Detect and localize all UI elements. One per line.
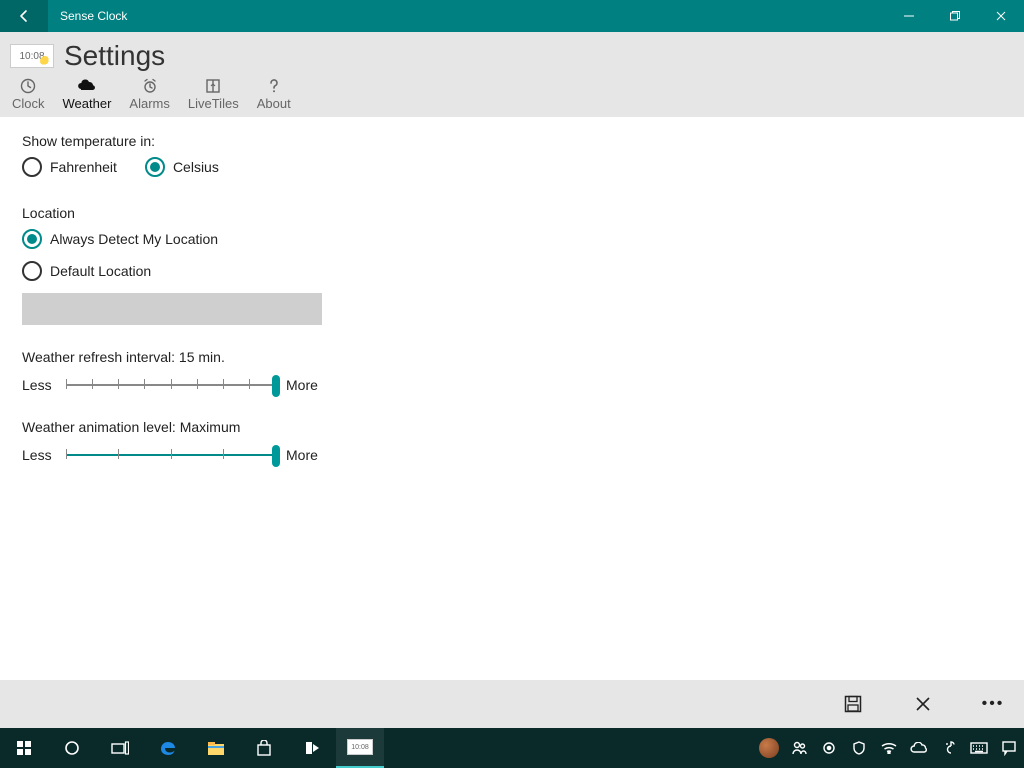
slider-less-label: Less (22, 447, 56, 463)
slider-less-label: Less (22, 377, 56, 393)
tab-alarms[interactable]: Alarms (129, 78, 169, 111)
slider-ticks (66, 379, 276, 391)
radio-fahrenheit[interactable]: Fahrenheit (22, 157, 117, 177)
tab-weather[interactable]: Weather (63, 78, 112, 111)
radio-label: Always Detect My Location (50, 231, 218, 247)
livetiles-icon (203, 78, 223, 94)
tab-livetiles[interactable]: LiveTiles (188, 78, 239, 111)
app-thumbnail-icon: 10:08 (10, 44, 54, 68)
slider-ticks (66, 449, 276, 461)
settings-content: Show temperature in: Fahrenheit Celsius … (0, 117, 1024, 481)
refresh-interval-label: Weather refresh interval: 15 min. (22, 349, 1002, 365)
taskbar-app-explorer[interactable] (192, 728, 240, 768)
animation-level-label: Weather animation level: Maximum (22, 419, 1002, 435)
start-button[interactable] (0, 728, 48, 768)
radio-label: Celsius (173, 159, 219, 175)
radio-detect-location[interactable]: Always Detect My Location (22, 229, 1002, 249)
tray-keyboard-icon[interactable] (964, 728, 994, 768)
avatar-icon (759, 738, 779, 758)
back-button[interactable] (0, 0, 48, 32)
command-bar: ••• (0, 680, 1024, 728)
cortana-button[interactable] (48, 728, 96, 768)
temperature-label: Show temperature in: (22, 133, 1002, 149)
system-tray (754, 728, 1024, 768)
temperature-radio-group: Fahrenheit Celsius (22, 157, 1002, 177)
radio-label: Default Location (50, 263, 151, 279)
tray-people[interactable] (754, 728, 784, 768)
tray-location-icon[interactable] (814, 728, 844, 768)
slider-more-label: More (286, 447, 318, 463)
tab-label: Clock (12, 96, 45, 111)
tray-defender-icon[interactable] (844, 728, 874, 768)
radio-icon (22, 229, 42, 249)
tab-about[interactable]: About (257, 78, 291, 111)
slider-thumb[interactable] (272, 375, 280, 397)
minimize-button[interactable] (886, 0, 932, 32)
taskbar-app-senseclock[interactable]: 10:08 (336, 728, 384, 768)
more-button[interactable]: ••• (976, 687, 1010, 721)
radio-icon (22, 157, 42, 177)
default-location-input[interactable] (22, 293, 322, 325)
tray-network-icon[interactable] (874, 728, 904, 768)
tab-label: Weather (63, 96, 112, 111)
tab-clock[interactable]: Clock (12, 78, 45, 111)
taskbar-app-movies[interactable] (288, 728, 336, 768)
slider-more-label: More (286, 377, 318, 393)
task-view-button[interactable] (96, 728, 144, 768)
radio-celsius[interactable]: Celsius (145, 157, 219, 177)
animation-level-slider[interactable] (66, 445, 276, 465)
weather-icon (77, 78, 97, 94)
page-title: Settings (64, 40, 165, 72)
clock-icon (18, 78, 38, 94)
window-title: Sense Clock (48, 0, 139, 32)
tray-action-center-icon[interactable] (994, 728, 1024, 768)
tab-label: LiveTiles (188, 96, 239, 111)
taskbar: 10:08 (0, 728, 1024, 768)
refresh-interval-slider[interactable] (66, 375, 276, 395)
settings-tabs: Clock Weather Alarms LiveTiles About (10, 78, 1014, 111)
taskbar-app-edge[interactable] (144, 728, 192, 768)
alarm-icon (140, 78, 160, 94)
slider-thumb[interactable] (272, 445, 280, 467)
tab-label: About (257, 96, 291, 111)
radio-default-location[interactable]: Default Location (22, 261, 1002, 281)
titlebar: Sense Clock (0, 0, 1024, 32)
tab-label: Alarms (129, 96, 169, 111)
tray-people-icon[interactable] (784, 728, 814, 768)
tray-onedrive-icon[interactable] (904, 728, 934, 768)
location-label: Location (22, 205, 1002, 221)
radio-icon (22, 261, 42, 281)
cancel-button[interactable] (906, 687, 940, 721)
settings-header: 10:08 Settings Clock Weather Alarms Liv (0, 32, 1024, 117)
radio-icon (145, 157, 165, 177)
close-button[interactable] (978, 0, 1024, 32)
about-icon (264, 78, 284, 94)
maximize-button[interactable] (932, 0, 978, 32)
taskbar-app-store[interactable] (240, 728, 288, 768)
tray-bluetooth-icon[interactable] (934, 728, 964, 768)
radio-label: Fahrenheit (50, 159, 117, 175)
save-button[interactable] (836, 687, 870, 721)
